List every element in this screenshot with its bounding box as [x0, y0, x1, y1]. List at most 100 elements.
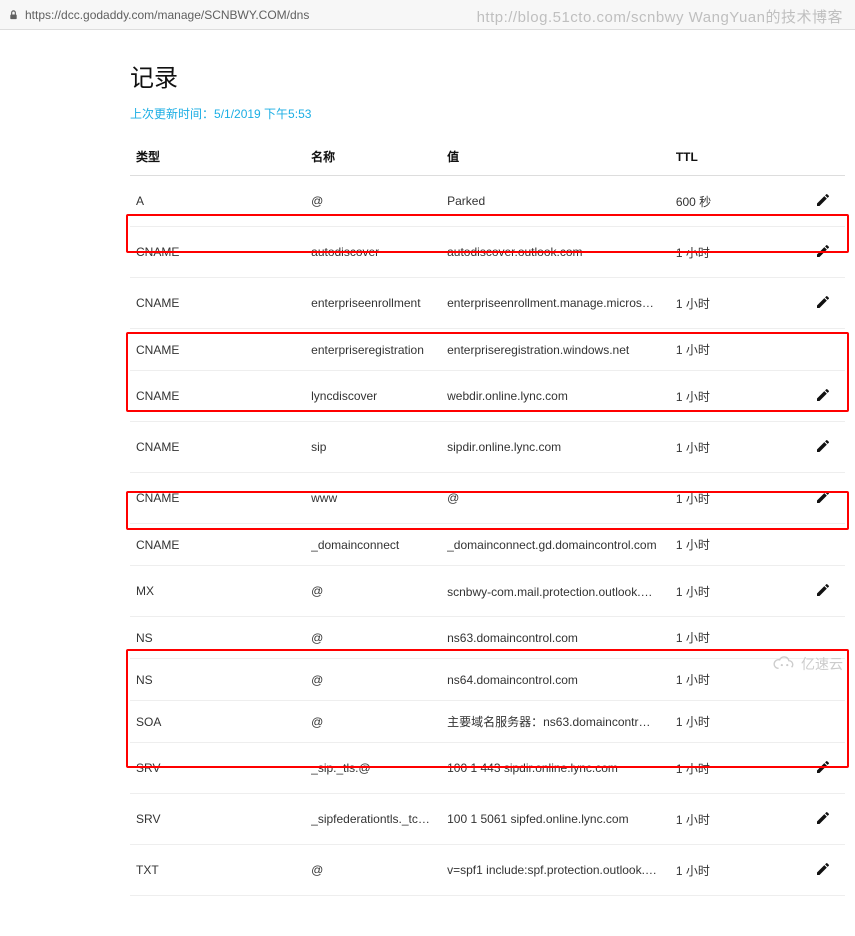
edit-button[interactable]	[810, 578, 836, 604]
edit-button[interactable]	[810, 755, 836, 781]
cell-ttl: 1 小时	[670, 701, 804, 743]
table-row: SOA @ 主要域名服务器：ns63.domaincontrol.com. 1 …	[130, 701, 845, 743]
cell-actions	[804, 176, 845, 227]
cell-ttl: 1 小时	[670, 329, 804, 371]
cell-name: @	[305, 617, 441, 659]
pencil-icon	[815, 294, 831, 313]
cell-type: SRV	[130, 743, 305, 794]
cell-value: 主要域名服务器：ns63.domaincontrol.com.	[441, 701, 670, 743]
pencil-icon	[815, 192, 831, 211]
cell-name: enterpriseenrollment	[305, 278, 441, 329]
table-row: SRV _sipfederationtls._tc… 100 1 5061 si…	[130, 794, 845, 845]
cell-value: scnbwy-com.mail.protection.outlook.com （…	[441, 566, 670, 617]
cell-name: enterpriseregistration	[305, 329, 441, 371]
cell-name: @	[305, 701, 441, 743]
table-row: A @ Parked 600 秒	[130, 176, 845, 227]
table-row: NS @ ns64.domaincontrol.com 1 小时	[130, 659, 845, 701]
cell-actions	[804, 524, 845, 566]
cell-actions	[804, 278, 845, 329]
cell-name: _sipfederationtls._tc…	[305, 794, 441, 845]
cell-ttl: 1 小时	[670, 794, 804, 845]
cell-name: _domainconnect	[305, 524, 441, 566]
edit-button[interactable]	[810, 806, 836, 832]
blog-watermark: http://blog.51cto.com/scnbwy WangYuan的技术…	[477, 6, 843, 27]
cell-value: webdir.online.lync.com	[441, 371, 670, 422]
cell-ttl: 1 小时	[670, 845, 804, 896]
col-header-actions	[804, 138, 845, 176]
cell-ttl: 1 小时	[670, 473, 804, 524]
cell-type: NS	[130, 659, 305, 701]
cell-value: autodiscover.outlook.com	[441, 227, 670, 278]
col-header-value[interactable]: 值	[441, 138, 670, 176]
cell-name: @	[305, 659, 441, 701]
table-row: CNAME enterpriseregistration enterpriser…	[130, 329, 845, 371]
cell-actions	[804, 701, 845, 743]
cell-type: CNAME	[130, 422, 305, 473]
cell-value: 100 1 5061 sipfed.online.lync.com	[441, 794, 670, 845]
cell-name: _sip._tls.@	[305, 743, 441, 794]
cell-actions	[804, 617, 845, 659]
edit-button[interactable]	[810, 188, 836, 214]
dns-records-page: 记录 上次更新时间：5/1/2019 下午5:53 类型 名称 值 TTL A …	[0, 30, 855, 936]
pencil-icon	[815, 438, 831, 457]
pencil-icon	[815, 759, 831, 778]
table-row: TXT @ v=spf1 include:spf.protection.outl…	[130, 845, 845, 896]
footer-brand: 亿速云	[771, 654, 843, 674]
cell-value: enterpriseregistration.windows.net	[441, 329, 670, 371]
pencil-icon	[815, 810, 831, 829]
pencil-icon	[815, 387, 831, 406]
dns-table-wrap: 类型 名称 值 TTL A @ Parked 600 秒 CNAME autod…	[130, 138, 855, 896]
cell-actions	[804, 794, 845, 845]
cell-value: @	[441, 473, 670, 524]
table-row: CNAME lyncdiscover webdir.online.lync.co…	[130, 371, 845, 422]
table-row: CNAME autodiscover autodiscover.outlook.…	[130, 227, 845, 278]
cell-value: ns63.domaincontrol.com	[441, 617, 670, 659]
address-url: https://dcc.godaddy.com/manage/SCNBWY.CO…	[25, 8, 309, 22]
cell-ttl: 1 小时	[670, 617, 804, 659]
cell-name: @	[305, 176, 441, 227]
table-header-row: 类型 名称 值 TTL	[130, 138, 845, 176]
cell-name: lyncdiscover	[305, 371, 441, 422]
cell-type: CNAME	[130, 227, 305, 278]
edit-button[interactable]	[810, 434, 836, 460]
cloud-icon	[771, 656, 797, 672]
col-header-name[interactable]: 名称	[305, 138, 441, 176]
cell-name: @	[305, 566, 441, 617]
cell-value: v=spf1 include:spf.protection.outlook.co…	[441, 845, 670, 896]
col-header-ttl[interactable]: TTL	[670, 138, 804, 176]
edit-button[interactable]	[810, 383, 836, 409]
cell-value: sipdir.online.lync.com	[441, 422, 670, 473]
cell-actions	[804, 473, 845, 524]
cell-ttl: 1 小时	[670, 278, 804, 329]
edit-button[interactable]	[810, 239, 836, 265]
cell-value: 100 1 443 sipdir.online.lync.com	[441, 743, 670, 794]
cell-actions	[804, 743, 845, 794]
cell-value: enterpriseenrollment.manage.microsoft.co…	[441, 278, 670, 329]
pencil-icon	[815, 582, 831, 601]
table-row: NS @ ns63.domaincontrol.com 1 小时	[130, 617, 845, 659]
cell-type: SOA	[130, 701, 305, 743]
cell-ttl: 1 小时	[670, 743, 804, 794]
cell-type: CNAME	[130, 524, 305, 566]
cell-type: CNAME	[130, 371, 305, 422]
edit-button[interactable]	[810, 290, 836, 316]
table-row: SRV _sip._tls.@ 100 1 443 sipdir.online.…	[130, 743, 845, 794]
pencil-icon	[815, 243, 831, 262]
cell-value: ns64.domaincontrol.com	[441, 659, 670, 701]
cell-value: _domainconnect.gd.domaincontrol.com	[441, 524, 670, 566]
cell-ttl: 1 小时	[670, 566, 804, 617]
cell-ttl: 1 小时	[670, 227, 804, 278]
edit-button[interactable]	[810, 485, 836, 511]
cell-ttl: 1 小时	[670, 524, 804, 566]
cell-actions	[804, 227, 845, 278]
dns-records-table: 类型 名称 值 TTL A @ Parked 600 秒 CNAME autod…	[130, 138, 845, 896]
cell-name: autodiscover	[305, 227, 441, 278]
table-row: CNAME _domainconnect _domainconnect.gd.d…	[130, 524, 845, 566]
cell-actions	[804, 566, 845, 617]
col-header-type[interactable]: 类型	[130, 138, 305, 176]
cell-ttl: 1 小时	[670, 422, 804, 473]
edit-button[interactable]	[810, 857, 836, 883]
lock-icon	[8, 9, 19, 21]
cell-value: Parked	[441, 176, 670, 227]
cell-actions	[804, 422, 845, 473]
